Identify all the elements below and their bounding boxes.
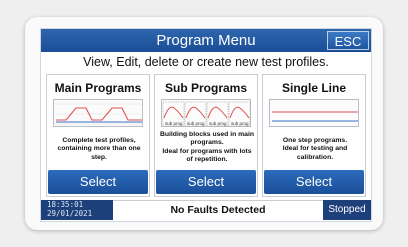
main-programs-preview	[53, 99, 144, 127]
single-line-title: Single Line	[281, 81, 346, 95]
esc-button[interactable]: ESC	[327, 31, 369, 50]
main-programs-panel: Main Programs Complete test profiles, co…	[46, 74, 150, 197]
single-line-profile-graphic	[272, 111, 358, 122]
single-line-select-button[interactable]: Select	[264, 170, 364, 194]
run-state-badge: Stopped	[323, 200, 371, 220]
sub-programs-description: Building blocks used in main programs. I…	[159, 131, 255, 164]
page-title: Program Menu	[156, 32, 256, 49]
sub-prog-label: sub prog	[187, 121, 205, 126]
main-programs-description: Complete test profiles, containing more …	[57, 137, 141, 161]
menu-subtitle: View, Edit, delete or create new test pr…	[83, 55, 329, 69]
main-programs-profile-graphic	[54, 103, 144, 125]
sub-programs-preview: sub prog sub prog sub prog sub prog	[161, 99, 251, 127]
sub-programs-panel: Sub Programs sub prog sub prog sub prog …	[154, 74, 258, 197]
status-bar: 18:35:01 29/01/2021 No Faults Detected S…	[41, 200, 371, 220]
sub-prog-label: sub prog	[231, 121, 249, 126]
program-menu-screen: Program Menu ESC View, Edit, delete or c…	[40, 28, 372, 222]
sub-prog-label: sub prog	[209, 121, 227, 126]
main-programs-select-button[interactable]: Select	[48, 170, 148, 194]
sub-programs-title: Sub Programs	[164, 81, 248, 95]
fault-status-message: No Faults Detected	[113, 200, 323, 220]
single-line-description: One step programs. Ideal for testing and…	[282, 137, 348, 161]
sub-programs-profile-graphic: sub prog sub prog sub prog sub prog	[162, 101, 251, 127]
sub-programs-select-button[interactable]: Select	[156, 170, 256, 194]
date-text: 29/01/2021	[47, 208, 93, 218]
single-line-panel: Single Line One step programs. Ideal for…	[262, 74, 366, 197]
title-bar: Program Menu ESC	[41, 29, 371, 52]
sub-prog-label: sub prog	[165, 121, 183, 126]
datetime-display: 18:35:01 29/01/2021	[41, 200, 113, 220]
single-line-preview	[269, 99, 359, 127]
main-programs-title: Main Programs	[54, 81, 142, 95]
